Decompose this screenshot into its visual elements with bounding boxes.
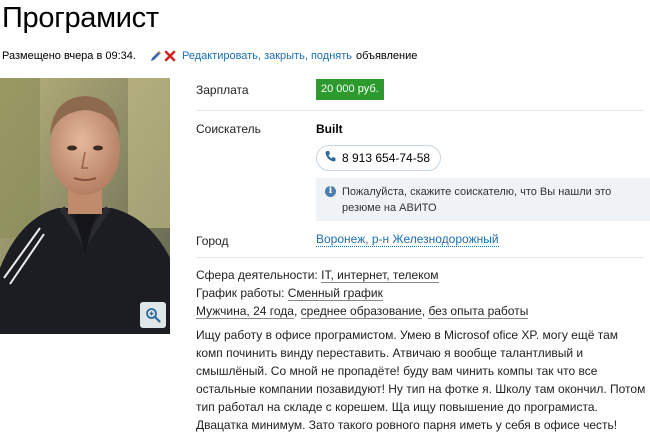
notice-box: i Пожалуйста, скажите соискателю, что Вы… — [316, 178, 650, 221]
seeker-name: Built — [316, 122, 343, 136]
sphere-value[interactable]: IT, интернет, телеком — [321, 268, 439, 283]
row-divider — [196, 257, 644, 258]
salary-label: Зарплата — [196, 83, 249, 97]
profile-experience[interactable]: без опыта работы — [428, 304, 529, 319]
page-title: Програмист — [2, 2, 159, 34]
pencil-icon[interactable] — [150, 50, 162, 62]
row-divider — [196, 110, 644, 111]
zoom-icon[interactable] — [140, 302, 166, 328]
listing-actions: Редактировать, закрыть, поднять — [182, 50, 352, 62]
details-block: Сфера деятельности: IT, интернет, телеко… — [196, 266, 529, 320]
phone-icon — [325, 146, 336, 170]
description-text: Ищу работу в офисе програмистом. Умею в … — [196, 328, 646, 432]
close-link[interactable]: закрыть, — [264, 50, 308, 62]
schedule-value[interactable]: Сменный график — [287, 286, 383, 301]
schedule-label: График работы: — [196, 286, 285, 300]
sphere-row: Сфера деятельности: IT, интернет, телеко… — [196, 266, 528, 284]
schedule-row: График работы: Сменный график — [196, 284, 528, 302]
phone-number: 8 913 654-74-58 — [342, 151, 431, 165]
city-value: Воронеж, р-н Железнодорожный — [316, 232, 499, 247]
applicant-photo[interactable] — [0, 78, 170, 334]
listing-meta: Размещено вчера в 09:34. Редактировать, … — [2, 50, 417, 62]
posted-time: Размещено вчера в 09:34. — [2, 50, 136, 62]
profile-gender-age[interactable]: Мужчина, 24 года — [196, 304, 294, 319]
seeker-label: Соискатель — [196, 122, 261, 136]
close-icon[interactable] — [164, 50, 176, 62]
raise-link[interactable]: поднять — [311, 50, 352, 62]
city-label: Город — [196, 234, 229, 248]
sphere-label: Сфера деятельности: — [196, 268, 318, 282]
salary-value: 20 000 руб. — [316, 79, 384, 100]
city-link[interactable]: Воронеж, р-н Железнодорожный — [316, 232, 499, 247]
meta-tail: объявление — [356, 50, 418, 62]
phone-button[interactable]: 8 913 654-74-58 — [316, 145, 442, 171]
info-icon: i — [325, 186, 336, 197]
profile-row: Мужчина, 24 года, среднее образование, б… — [196, 304, 529, 319]
profile-education[interactable]: среднее образование — [300, 304, 422, 319]
edit-link[interactable]: Редактировать, — [182, 50, 261, 62]
notice-text: Пожалуйста, скажите соискателю, что Вы н… — [342, 186, 612, 214]
